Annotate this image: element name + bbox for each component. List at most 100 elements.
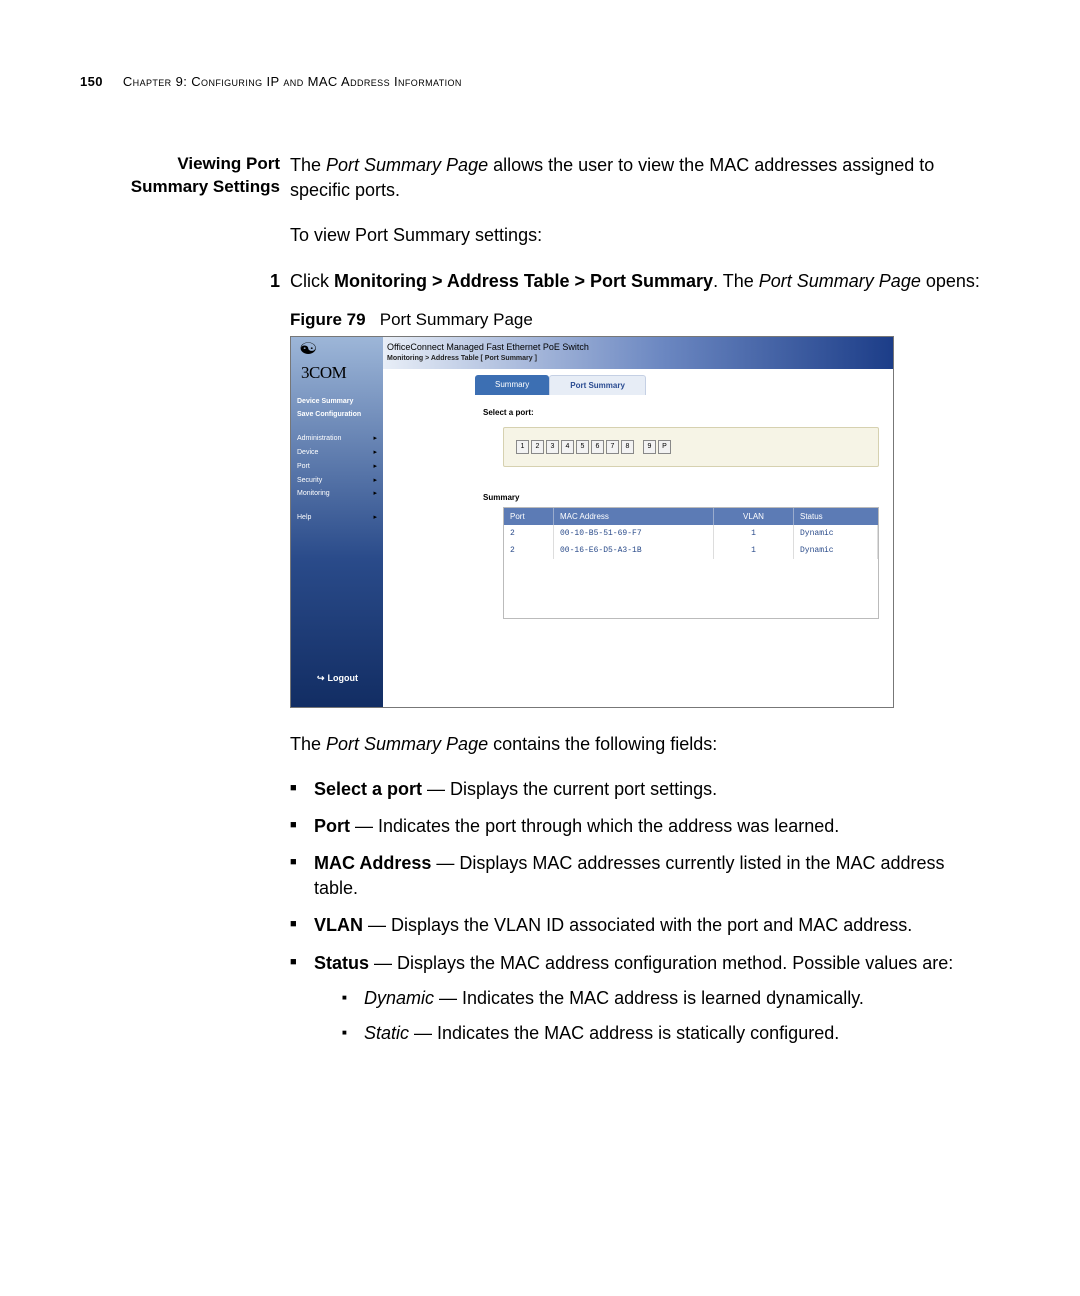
field-name: MAC Address xyxy=(314,853,431,873)
table-row: 2 00-10-B5-51-69-F7 1 Dynamic xyxy=(504,525,878,542)
column-header-vlan: VLAN xyxy=(714,508,794,525)
tab-bar: Summary Port Summary xyxy=(475,375,646,395)
figure-caption: Figure 79 Port Summary Page xyxy=(290,308,980,332)
product-title: OfficeConnect Managed Fast Ethernet PoE … xyxy=(387,341,589,354)
field-list: Select a port — Displays the current por… xyxy=(290,777,980,1047)
fields-intro: The Port Summary Page contains the follo… xyxy=(290,732,980,757)
step-number: 1 xyxy=(262,269,280,294)
cell-status: Dynamic xyxy=(794,542,878,559)
list-item: Select a port — Displays the current por… xyxy=(290,777,980,802)
cell-status: Dynamic xyxy=(794,525,878,542)
section-heading: Viewing Port Summary Settings xyxy=(80,153,290,1058)
text: Click xyxy=(290,271,334,291)
page: 150 Chapter 9: Configuring IP and MAC Ad… xyxy=(0,0,1080,1296)
term-port-summary-page: Port Summary Page xyxy=(759,271,921,291)
nav-monitoring[interactable]: Monitoring ▸ xyxy=(297,487,377,501)
port-button-8[interactable]: 8 xyxy=(621,440,634,454)
running-head: 150 Chapter 9: Configuring IP and MAC Ad… xyxy=(80,74,980,89)
chevron-right-icon: ▸ xyxy=(373,434,377,444)
value-name: Dynamic xyxy=(364,988,434,1008)
figure-screenshot: ☯ 3COM Device Summary Save Configuration… xyxy=(290,336,894,708)
field-desc: — Displays the current port settings. xyxy=(422,779,717,799)
port-button-7[interactable]: 7 xyxy=(606,440,619,454)
logo-glyph-icon: ☯ xyxy=(299,339,318,361)
column-header-status: Status xyxy=(794,508,878,525)
text: . The xyxy=(713,271,759,291)
nav-device[interactable]: Device ▸ xyxy=(297,446,377,460)
breadcrumb: Monitoring > Address Table [ Port Summar… xyxy=(387,354,537,364)
brand-text: 3COM xyxy=(301,363,346,382)
port-button-5[interactable]: 5 xyxy=(576,440,589,454)
term-port-summary-page: Port Summary Page xyxy=(326,734,488,754)
field-name: Status xyxy=(314,953,369,973)
nav-save-configuration[interactable]: Save Configuration xyxy=(297,408,377,422)
step-text: Click Monitoring > Address Table > Port … xyxy=(290,269,980,294)
cell-port: 2 xyxy=(504,542,554,559)
nav-administration[interactable]: Administration▸ xyxy=(297,432,377,446)
content-header: OfficeConnect Managed Fast Ethernet PoE … xyxy=(383,337,893,369)
cell-mac: 00-16-E6-D5-A3-1B xyxy=(554,542,714,559)
list-item: Status — Displays the MAC address config… xyxy=(290,951,980,1047)
figure-title: Port Summary Page xyxy=(380,310,533,329)
menu-path: Monitoring > Address Table > Port Summar… xyxy=(334,271,713,291)
port-button-1[interactable]: 1 xyxy=(516,440,529,454)
value-desc: — Indicates the MAC address is learned d… xyxy=(434,988,864,1008)
nav-label: Port xyxy=(297,462,310,472)
nav-device-summary[interactable]: Device Summary xyxy=(297,395,377,409)
chevron-right-icon: ▸ xyxy=(373,513,377,523)
field-desc: — Displays the VLAN ID associated with t… xyxy=(363,915,912,935)
main-content: OfficeConnect Managed Fast Ethernet PoE … xyxy=(383,337,893,707)
summary-section-label: Summary xyxy=(483,492,519,503)
field-name: Select a port xyxy=(314,779,422,799)
value-name: Static xyxy=(364,1023,409,1043)
howto-line: To view Port Summary settings: xyxy=(290,223,980,248)
port-button-p[interactable]: P xyxy=(658,440,671,454)
summary-table: Port MAC Address VLAN Status 2 00-10-B5-… xyxy=(503,507,879,619)
port-button-4[interactable]: 4 xyxy=(561,440,574,454)
port-button-2[interactable]: 2 xyxy=(531,440,544,454)
chevron-right-icon: ▸ xyxy=(373,476,377,486)
nav-label: Monitoring xyxy=(297,489,330,499)
list-item: Static — Indicates the MAC address is st… xyxy=(342,1021,980,1046)
page-number: 150 xyxy=(80,74,103,89)
chapter-title: Chapter 9: Configuring IP and MAC Addres… xyxy=(123,74,462,89)
column-header-mac: MAC Address xyxy=(554,508,714,525)
list-item: Port — Indicates the port through which … xyxy=(290,814,980,839)
port-button-6[interactable]: 6 xyxy=(591,440,604,454)
value-desc: — Indicates the MAC address is staticall… xyxy=(409,1023,839,1043)
cell-vlan: 1 xyxy=(714,525,794,542)
chevron-right-icon: ▸ xyxy=(373,448,377,458)
list-item: MAC Address — Displays MAC addresses cur… xyxy=(290,851,980,901)
nav-port[interactable]: Port ▸ xyxy=(297,460,377,474)
select-port-label: Select a port: xyxy=(483,407,534,418)
chevron-right-icon: ▸ xyxy=(373,462,377,472)
chevron-right-icon: ▸ xyxy=(373,489,377,499)
field-name: VLAN xyxy=(314,915,363,935)
tab-port-summary[interactable]: Port Summary xyxy=(549,375,646,395)
list-item: Dynamic — Indicates the MAC address is l… xyxy=(342,986,980,1011)
cell-vlan: 1 xyxy=(714,542,794,559)
port-selector-strip: 1 2 3 4 5 6 7 8 9 P xyxy=(503,427,879,467)
port-button-3[interactable]: 3 xyxy=(546,440,559,454)
field-desc: — Displays the MAC address configuration… xyxy=(369,953,953,973)
cell-mac: 00-10-B5-51-69-F7 xyxy=(554,525,714,542)
tab-summary[interactable]: Summary xyxy=(475,375,549,395)
cell-port: 2 xyxy=(504,525,554,542)
section-heading-line2: Summary Settings xyxy=(80,176,280,199)
nav-help[interactable]: Help ▸ xyxy=(297,511,377,525)
port-button-9[interactable]: 9 xyxy=(643,440,656,454)
nav-label: Device xyxy=(297,448,318,458)
nav-security[interactable]: Security▸ xyxy=(297,474,377,488)
field-name: Port xyxy=(314,816,350,836)
field-description-section: The Port Summary Page contains the follo… xyxy=(290,732,980,1047)
nav-label: Save Configuration xyxy=(297,410,361,420)
field-desc: — Indicates the port through which the a… xyxy=(350,816,839,836)
text: The xyxy=(290,155,326,175)
logout-link[interactable]: Logout xyxy=(317,672,358,685)
figure-label: Figure 79 xyxy=(290,310,366,329)
table-row: 2 00-16-E6-D5-A3-1B 1 Dynamic xyxy=(504,542,878,559)
nav-label: Help xyxy=(297,513,311,523)
sidebar: ☯ 3COM Device Summary Save Configuration… xyxy=(291,337,383,707)
status-values-list: Dynamic — Indicates the MAC address is l… xyxy=(342,986,980,1046)
table-header-row: Port MAC Address VLAN Status xyxy=(504,508,878,525)
